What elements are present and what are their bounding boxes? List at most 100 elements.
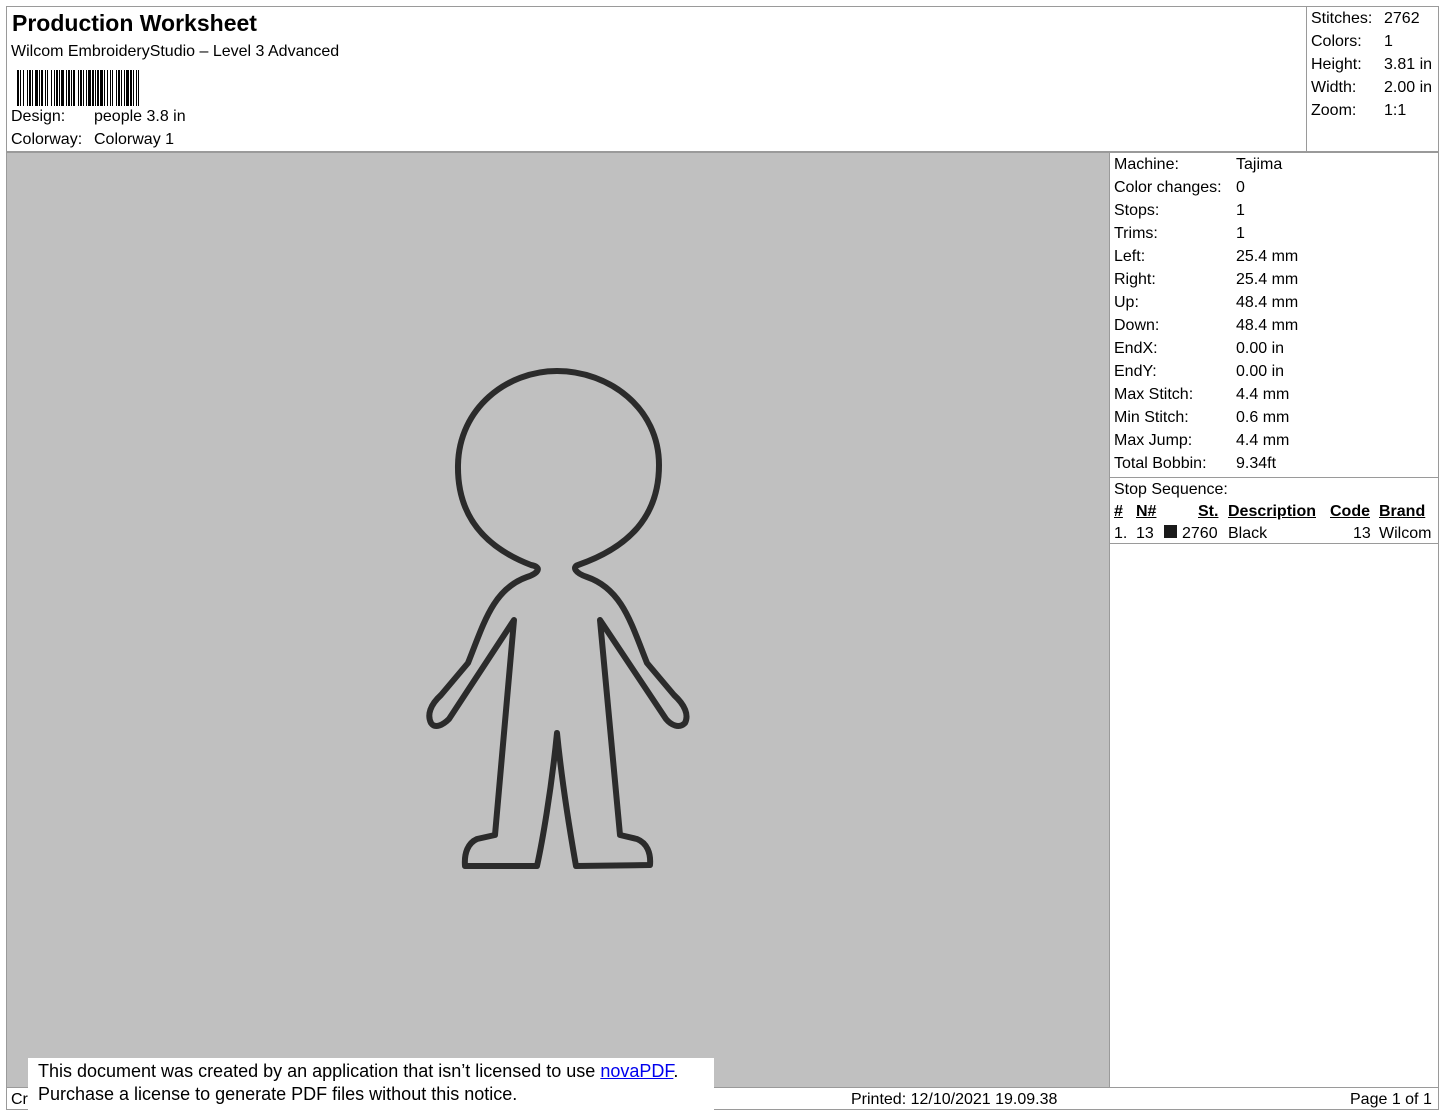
machine-info-label: Machine: [1114, 156, 1179, 173]
summary-value: 2762 [1384, 10, 1420, 27]
barcode-bar [130, 70, 132, 106]
col-header-brand: Brand [1379, 503, 1426, 520]
barcode-bar [116, 70, 117, 106]
barcode-bar [32, 70, 33, 106]
barcode-bar [86, 70, 87, 106]
barcode-bar [112, 70, 113, 106]
machine-info-label: Stops: [1114, 202, 1160, 219]
barcode-bar [138, 70, 139, 106]
printed-date: Printed: 12/10/2021 19.09.38 [851, 1091, 1058, 1108]
machine-info-label: Trims: [1114, 225, 1158, 242]
machine-info-label: Color changes: [1114, 179, 1222, 196]
barcode-bar [78, 70, 79, 106]
page-title: Production Worksheet [12, 10, 257, 36]
machine-info-value: 4.4 mm [1236, 432, 1290, 449]
summary-label: Height: [1311, 56, 1362, 73]
machine-info-label: Max Stitch: [1114, 386, 1194, 403]
col-header-description: Description [1228, 503, 1317, 520]
machine-info-value: 4.4 mm [1236, 386, 1290, 403]
col-header-stitches: St. [1198, 503, 1219, 520]
row-code: 13 [1353, 525, 1371, 542]
summary-value: 3.81 in [1384, 56, 1433, 73]
barcode-bar [118, 70, 120, 106]
machine-info-panel: Machine: Tajima Color changes: 0 Stops: 1 Trim… [1109, 152, 1439, 478]
barcode-bar [104, 70, 105, 106]
machine-info-label: Min Stitch: [1114, 409, 1189, 426]
barcode-bar [27, 70, 28, 106]
page-number: Page 1 of 1 [1350, 1091, 1432, 1108]
machine-info-value: 9.34ft [1236, 455, 1277, 472]
barcode-bar [71, 70, 72, 106]
barcode-bar [54, 70, 55, 106]
machine-info-label: Up: [1114, 294, 1139, 311]
machine-info-value: 0.00 in [1236, 363, 1285, 380]
machine-info-value: Tajima [1236, 156, 1283, 173]
machine-info-value: 48.4 mm [1236, 294, 1299, 311]
col-header-index: # [1114, 503, 1123, 520]
machine-info-value: 0.6 mm [1236, 409, 1290, 426]
created-prefix: Cr [11, 1091, 28, 1108]
barcode-bar [92, 70, 94, 106]
barcode-bar [124, 70, 125, 106]
barcode-bar [121, 70, 122, 106]
machine-info-value: 48.4 mm [1236, 317, 1299, 334]
col-header-needle: N# [1136, 503, 1157, 520]
license-notice: This document was created by an applicat… [28, 1058, 714, 1110]
barcode-bar [133, 70, 134, 106]
summary-panel: Stitches: 2762 Colors: 1 Height: 3.81 in Wi… [1306, 6, 1439, 152]
row-brand: Wilcom [1379, 525, 1432, 542]
software-name: Wilcom EmbroideryStudio – Level 3 Advanc… [11, 43, 340, 60]
summary-label: Zoom: [1311, 102, 1357, 119]
machine-info-value: 0.00 in [1236, 340, 1285, 357]
machine-info-label: Max Jump: [1114, 432, 1193, 449]
machine-info-label: Down: [1114, 317, 1160, 334]
machine-info-value: 1 [1236, 225, 1245, 242]
row-index: 1. [1114, 525, 1128, 542]
barcode-bar [61, 70, 64, 106]
barcode-bar [51, 70, 52, 106]
barcode-bar [41, 70, 43, 106]
colorway-label: Colorway: [11, 131, 83, 148]
barcode-bar [56, 70, 58, 106]
barcode-bar [68, 70, 70, 106]
notes-panel [1109, 543, 1439, 1088]
barcode-bar [73, 70, 75, 106]
embroidery-design-figure [426, 368, 690, 869]
design-value: people 3.8 in [94, 108, 186, 125]
barcode-bar [110, 70, 111, 106]
table-row: 1. 13 2760 Black 13 Wilcom [1110, 522, 1438, 545]
header-panel: Production Worksheet Wilcom EmbroiderySt… [6, 6, 1307, 152]
barcode-bar [23, 70, 24, 106]
barcode [17, 70, 139, 106]
barcode-bar [35, 70, 38, 106]
design-preview [6, 152, 1110, 1088]
machine-info-value: 1 [1236, 202, 1245, 219]
machine-info-value: 0 [1236, 179, 1245, 196]
summary-label: Colors: [1311, 33, 1362, 50]
machine-info-label: Total Bobbin: [1114, 455, 1207, 472]
stop-sequence-title: Stop Sequence: [1114, 481, 1228, 498]
thread-color-swatch [1164, 525, 1177, 538]
machine-info-value: 25.4 mm [1236, 271, 1299, 288]
novapdf-link[interactable]: novaPDF [600, 1061, 673, 1081]
barcode-bar [66, 70, 67, 106]
barcode-bar [39, 70, 40, 106]
barcode-bar [29, 70, 31, 106]
barcode-bar [80, 70, 82, 106]
barcode-bar [17, 70, 19, 106]
barcode-bar [20, 70, 21, 106]
barcode-bar [126, 70, 129, 106]
machine-info-label: Left: [1114, 248, 1146, 265]
design-label: Design: [11, 108, 66, 125]
person-outline [426, 368, 690, 869]
summary-value: 2.00 in [1384, 79, 1433, 96]
machine-info-label: Right: [1114, 271, 1156, 288]
notice-line-1: This document was created by an applicat… [38, 1061, 678, 1082]
summary-value: 1:1 [1384, 102, 1407, 119]
col-header-code: Code [1330, 503, 1370, 520]
machine-info-value: 25.4 mm [1236, 248, 1299, 265]
barcode-bar [45, 70, 46, 106]
barcode-bar [83, 70, 84, 106]
machine-info-label: EndX: [1114, 340, 1158, 357]
barcode-bar [107, 70, 108, 106]
